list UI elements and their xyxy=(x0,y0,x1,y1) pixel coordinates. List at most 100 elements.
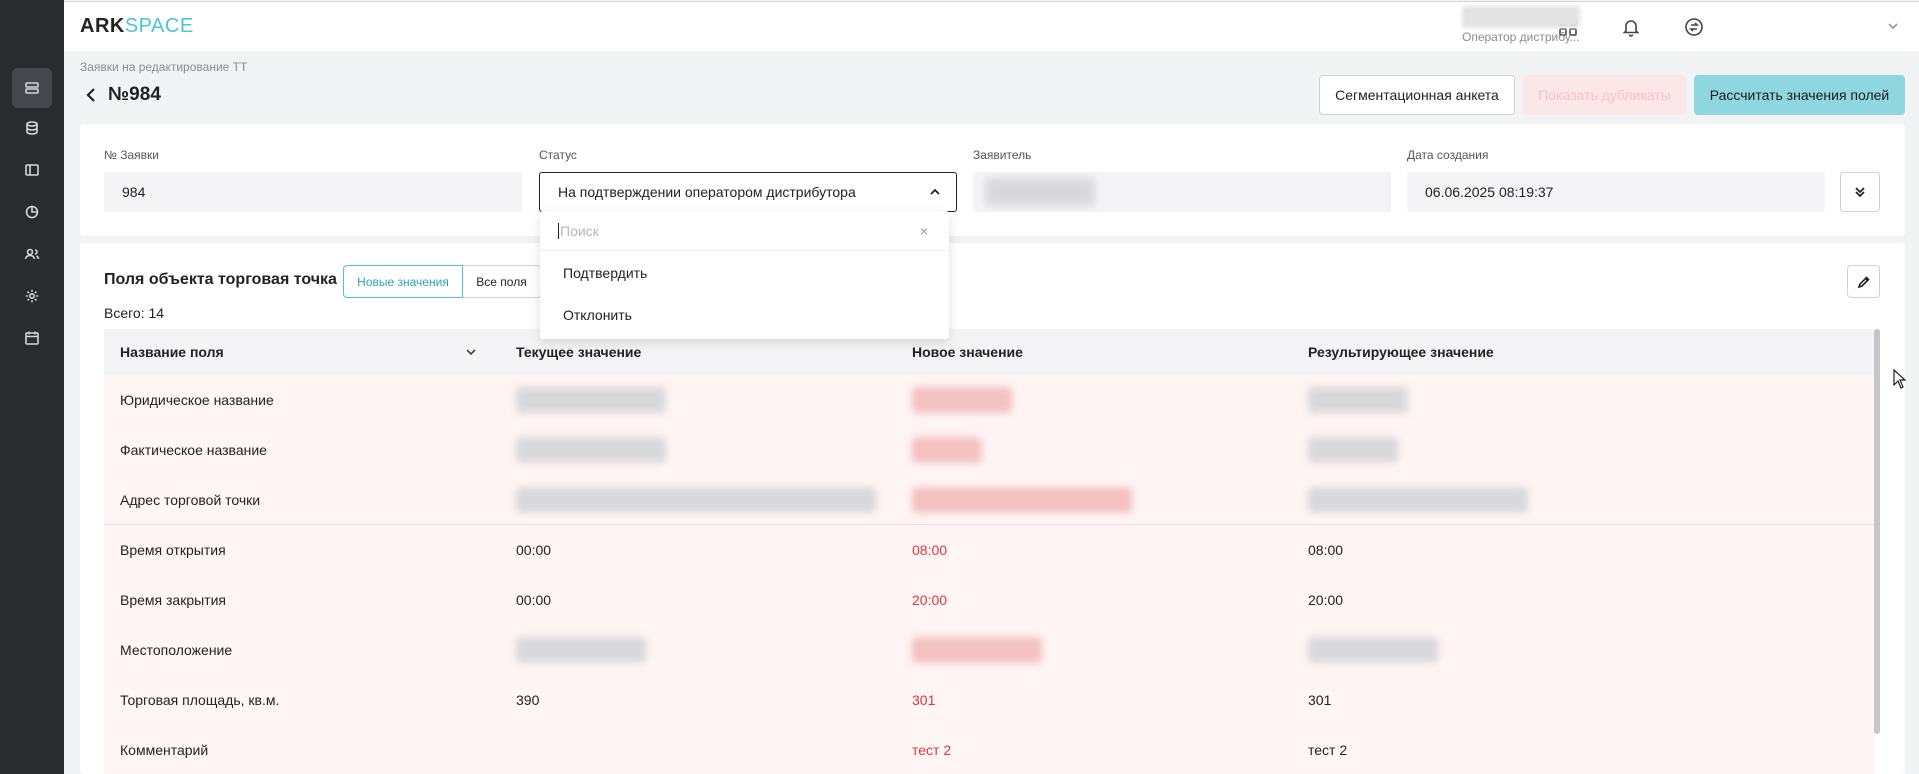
option-reject[interactable]: Отклонить xyxy=(563,307,632,323)
field-name: Торговая площадь, кв.м. xyxy=(120,692,280,708)
dropdown-search-input[interactable]: Поиск xyxy=(558,223,599,239)
field-name: Адрес торговой точки xyxy=(120,492,261,508)
new-value: 301 xyxy=(912,692,936,708)
nav-layout[interactable] xyxy=(12,150,52,190)
top-header: ARKSPACE Оператор дистрибу... xyxy=(64,1,1919,51)
clear-icon[interactable]: × xyxy=(920,223,928,239)
created-date-label: Дата создания xyxy=(1407,148,1489,162)
breadcrumb[interactable]: Заявки на редактирование ТТ xyxy=(80,60,247,74)
nav-users[interactable] xyxy=(12,234,52,274)
table-row[interactable]: Местоположение xyxy=(104,625,1874,675)
chevron-down-icon xyxy=(466,349,476,356)
nav-settings[interactable] xyxy=(12,276,52,316)
bell-icon xyxy=(1622,20,1640,37)
new-value: 20:00 xyxy=(912,592,948,608)
user-menu-toggle[interactable] xyxy=(1886,19,1900,33)
table-row[interactable]: Время открытия 00:00 08:00 08:00 xyxy=(104,525,1874,575)
applicant-field xyxy=(973,172,1391,212)
result-value-redacted xyxy=(1308,387,1408,413)
sort-toggle[interactable] xyxy=(464,345,478,359)
dropdown-search[interactable]: Поиск × xyxy=(540,211,949,251)
field-name: Фактическое название xyxy=(120,442,267,458)
applicant-label: Заявитель xyxy=(973,148,1032,162)
segment-form-button[interactable]: Сегментационная анкета xyxy=(1319,75,1515,115)
chevron-up-icon xyxy=(930,188,940,195)
option-confirm[interactable]: Подтвердить xyxy=(563,265,647,281)
result-value-redacted xyxy=(1308,637,1438,663)
table-row[interactable]: Адрес торговой точки xyxy=(104,475,1874,525)
chevron-down-icon xyxy=(1888,23,1898,30)
current-value-redacted xyxy=(516,387,666,413)
applicant-redacted xyxy=(985,178,1095,206)
tab-all-fields[interactable]: Все поля xyxy=(463,265,541,298)
pencil-icon xyxy=(1857,275,1870,288)
result-value: тест 2 xyxy=(1308,742,1348,758)
result-value: 08:00 xyxy=(1308,542,1344,558)
table-header: Название поля Текущее значение Новое зна… xyxy=(104,329,1874,375)
col-new-value: Новое значение xyxy=(912,344,1023,360)
table-row[interactable]: Торговая площадь, кв.м. 390 301 301 xyxy=(104,675,1874,725)
table-row[interactable]: Юридическое название xyxy=(104,375,1874,425)
sidebar-rail xyxy=(0,0,64,774)
table-row[interactable]: Комментарий тест 2 тест 2 xyxy=(104,725,1874,774)
section-title: Поля объекта торговая точка xyxy=(104,271,337,288)
new-value: 08:00 xyxy=(912,542,948,558)
gear-icon xyxy=(25,289,39,303)
field-name: Время закрытия xyxy=(120,592,226,608)
request-no-label: № Заявки xyxy=(104,148,159,162)
current-value: 390 xyxy=(516,692,540,708)
notifications-button[interactable] xyxy=(1619,15,1643,39)
status-dropdown: Поиск × Подтвердить Отклонить xyxy=(540,211,949,339)
field-name: Местоположение xyxy=(120,642,233,658)
field-name: Время открытия xyxy=(120,542,226,558)
sync-icon xyxy=(1685,18,1703,36)
result-value-redacted xyxy=(1308,437,1398,463)
new-value-redacted xyxy=(912,437,982,463)
col-field-name[interactable]: Название поля xyxy=(120,344,224,360)
user-name-redacted xyxy=(1462,6,1580,28)
nav-calendar[interactable] xyxy=(12,318,52,358)
current-value-redacted xyxy=(516,637,646,663)
status-select[interactable]: На подтверждении оператором дистрибутора xyxy=(539,172,957,212)
new-value-redacted xyxy=(912,637,1042,663)
new-value-redacted xyxy=(912,387,1012,413)
result-value: 301 xyxy=(1308,692,1332,708)
fields-table: Название поля Текущее значение Новое зна… xyxy=(104,329,1874,774)
user-menu[interactable]: Оператор дистрибу... xyxy=(1454,4,1584,48)
expand-details-button[interactable] xyxy=(1840,172,1880,212)
layout-icon xyxy=(25,164,39,176)
tab-new-values[interactable]: Новые значения xyxy=(343,265,463,298)
current-value: 00:00 xyxy=(516,542,552,558)
table-row[interactable]: Время закрытия 00:00 20:00 20:00 xyxy=(104,575,1874,625)
table-row[interactable]: Фактическое название xyxy=(104,425,1874,475)
status-label: Статус xyxy=(539,148,577,162)
request-info-card: № Заявки 984 Статус На подтверждении опе… xyxy=(80,124,1905,236)
current-value-redacted xyxy=(516,437,666,463)
fields-card: Поля объекта торговая точка Новые значен… xyxy=(80,243,1905,774)
mouse-cursor-icon xyxy=(1893,368,1907,389)
col-result-value: Результирующее значение xyxy=(1308,344,1494,360)
list-icon xyxy=(25,82,39,94)
edit-button[interactable] xyxy=(1847,265,1880,298)
created-date-value: 06.06.2025 08:19:37 xyxy=(1425,184,1554,200)
app-logo[interactable]: ARKSPACE xyxy=(80,15,194,38)
chart-pie-icon xyxy=(25,205,39,219)
chevron-left-icon xyxy=(86,88,95,102)
current-value-redacted xyxy=(516,487,876,513)
calculate-fields-button[interactable]: Рассчитать значения полей xyxy=(1694,75,1905,115)
show-duplicates-button[interactable]: Показать дубликаты xyxy=(1523,75,1686,115)
request-no-value: 984 xyxy=(122,184,146,200)
database-icon xyxy=(26,121,38,135)
page-title: №984 xyxy=(108,84,161,105)
nav-reports[interactable] xyxy=(12,192,52,232)
result-value: 20:00 xyxy=(1308,592,1344,608)
nav-requests[interactable] xyxy=(12,68,52,108)
nav-database[interactable] xyxy=(12,108,52,148)
table-scrollbar[interactable] xyxy=(1874,329,1880,734)
current-value: 00:00 xyxy=(516,592,552,608)
status-value: На подтверждении оператором дистрибутора xyxy=(558,184,856,200)
back-button[interactable] xyxy=(84,86,100,104)
users-icon xyxy=(24,248,40,260)
user-role: Оператор дистрибу... xyxy=(1462,30,1580,44)
sync-button[interactable] xyxy=(1682,15,1706,39)
